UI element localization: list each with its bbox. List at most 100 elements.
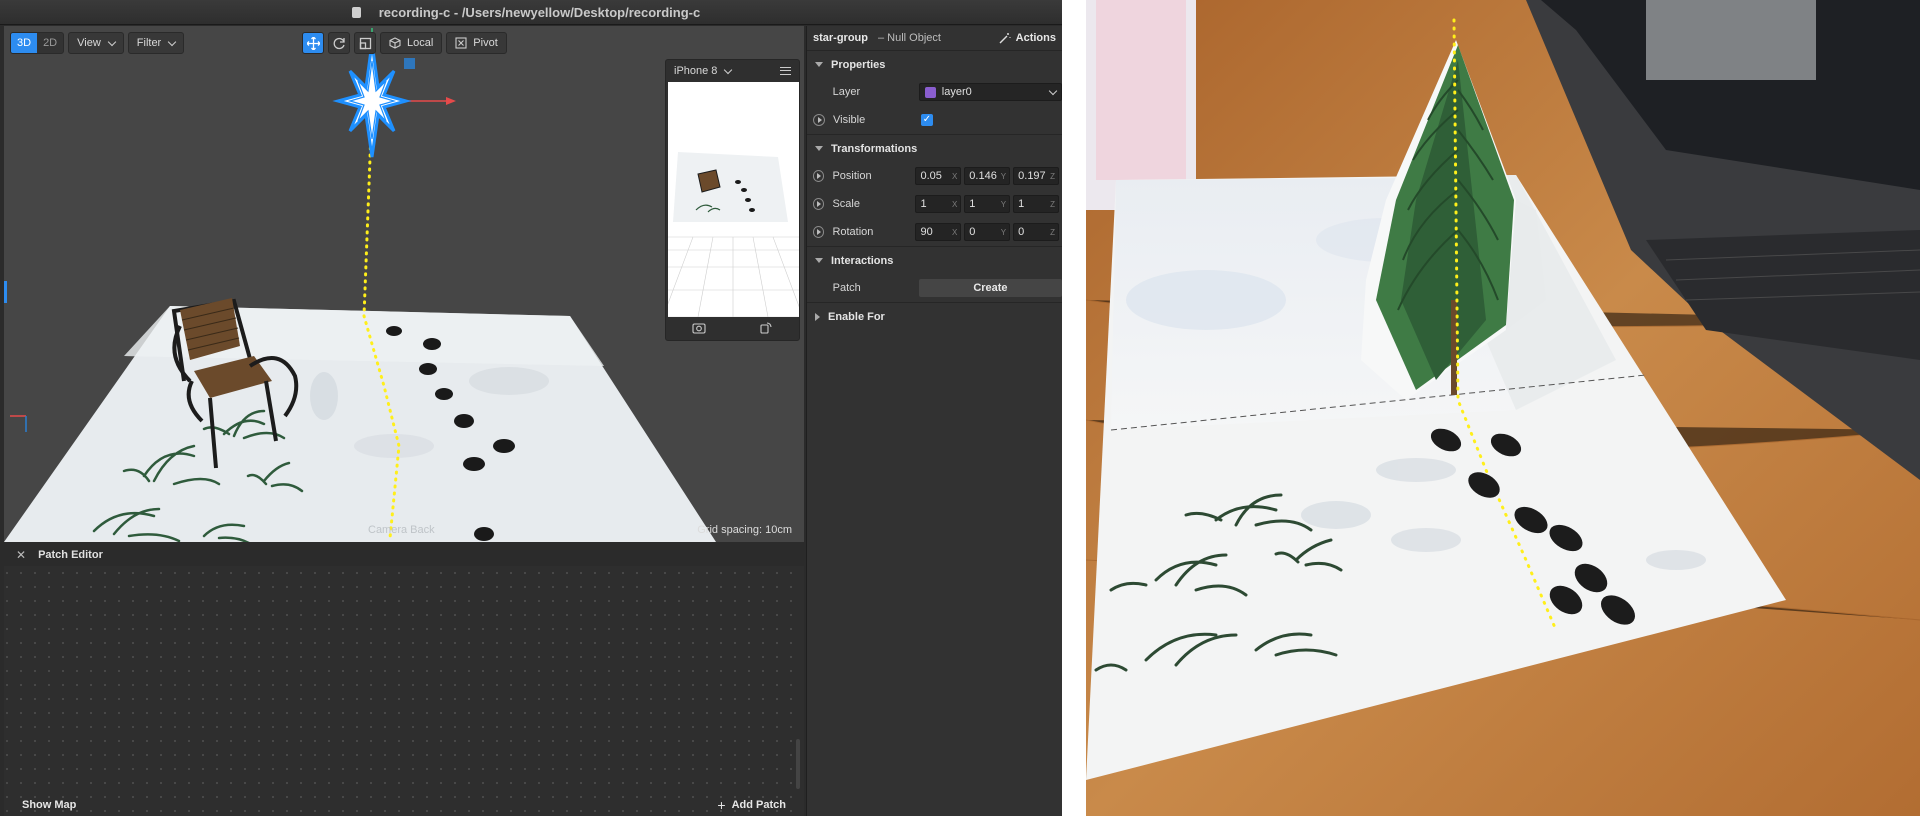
transform-toolbar: Local Pivot [302, 32, 507, 54]
scale-row: Scale 1X 1Y 1Z [807, 190, 1062, 218]
dimension-toggle[interactable]: 3D 2D [10, 32, 65, 54]
popup-card-photo [1086, 0, 1920, 816]
patch-connect-icon[interactable] [813, 170, 825, 182]
patch-editor-scrollbar[interactable] [796, 739, 800, 789]
enable-for-section-header[interactable]: Enable For [807, 302, 1062, 330]
expand-triangle-icon [815, 146, 823, 151]
scale-z-field[interactable]: 1Z [1013, 195, 1059, 213]
layer-dropdown[interactable]: layer0 [918, 83, 1063, 101]
camera-switch-icon[interactable] [692, 322, 706, 334]
pivot-label: Pivot [473, 37, 498, 49]
patch-connect-icon[interactable] [813, 226, 825, 238]
mode-3d-button[interactable]: 3D [11, 33, 38, 53]
add-patch-label: Add Patch [731, 799, 786, 811]
patch-editor[interactable]: ✕ Patch Editor Show Map + Add Patch [4, 544, 804, 816]
axis-z-label: Z [1050, 227, 1055, 237]
collapse-triangle-icon [815, 312, 820, 321]
mode-2d-button[interactable]: 2D [37, 33, 63, 53]
photo-illustration [1086, 0, 1920, 816]
position-label: Position [832, 170, 872, 182]
axis-x-label: X [951, 199, 958, 209]
scale-y-value: 1 [969, 198, 976, 210]
x-axis-arrowhead[interactable] [446, 97, 456, 105]
scale-y-field[interactable]: 1Y [964, 195, 1011, 213]
scene-viewport[interactable]: 3D 2D View Filter Local Pivot iPhone 8 C… [4, 26, 804, 542]
transformations-title: Transformations [831, 142, 918, 155]
view-dropdown[interactable]: View [68, 32, 124, 54]
patch-editor-title: Patch Editor [38, 549, 103, 561]
axis-x-label: X [951, 171, 958, 181]
rotation-label: Rotation [832, 226, 874, 238]
close-icon[interactable]: ✕ [16, 548, 26, 562]
object-type: – Null Object [878, 32, 941, 44]
menu-icon[interactable] [780, 67, 791, 75]
local-space-label: Local [407, 37, 434, 49]
rotation-x-value: 90 [920, 226, 933, 238]
laptop-screen-content [1646, 0, 1816, 80]
local-space-button[interactable]: Local [380, 32, 443, 54]
rotate-device-icon[interactable] [759, 322, 773, 334]
plus-icon: + [717, 797, 726, 813]
ar-studio-window: recording-c - /Users/newyellow/Desktop/r… [0, 0, 1063, 816]
scale-x-field[interactable]: 1X [915, 195, 962, 213]
position-x-field[interactable]: 0.05 X [915, 167, 962, 185]
simulator-screen [668, 82, 799, 317]
filter-dropdown[interactable]: Filter [127, 32, 185, 54]
scale-z-value: 1 [1018, 198, 1025, 210]
object-name: star-group [813, 32, 868, 44]
rotation-x-field[interactable]: 90 X [915, 223, 962, 241]
move-tool-button[interactable] [302, 32, 324, 54]
patch-connect-icon[interactable] [813, 114, 825, 126]
create-patch-button[interactable]: Create [918, 279, 1062, 297]
visible-label: Visible [833, 114, 866, 126]
rotate-tool-button[interactable] [328, 32, 350, 54]
snow-shadow [354, 434, 434, 458]
device-dropdown[interactable]: iPhone 8 [674, 60, 733, 82]
patch-row: Patch Create [807, 274, 1062, 302]
snow-shadow [469, 367, 549, 395]
visible-checkbox[interactable]: ✓ [921, 114, 933, 126]
title-bar: recording-c - /Users/newyellow/Desktop/r… [0, 0, 1062, 25]
position-y-field[interactable]: 0.146 Y [964, 167, 1011, 185]
star-object[interactable] [332, 42, 412, 158]
patch-editor-header: ✕ Patch Editor [4, 544, 804, 566]
viewport-edge-marker [4, 281, 7, 303]
transformations-section-header[interactable]: Transformations [807, 134, 1062, 162]
interactions-title: Interactions [831, 254, 894, 267]
rotation-y-field[interactable]: 0Y [964, 223, 1011, 241]
axis-z-label: Z [1050, 199, 1055, 209]
axis-x-label: X [951, 227, 958, 237]
axis-y-label: Y [1000, 199, 1007, 209]
expand-triangle-icon [815, 62, 823, 67]
position-z-field[interactable]: 0.197 Z [1013, 167, 1059, 185]
layer-label: Layer [832, 86, 861, 98]
camera-label: Camera Back [368, 524, 435, 536]
interactions-section-header[interactable]: Interactions [807, 246, 1062, 274]
scale-tool-button[interactable] [354, 32, 376, 54]
grid-spacing-label: Grid spacing: 10cm [697, 524, 792, 536]
axis-y-label: Y [1000, 227, 1007, 237]
patch-connect-icon[interactable] [813, 198, 825, 210]
document-icon [351, 6, 361, 18]
actions-button[interactable]: Actions [999, 32, 1056, 44]
magic-wand-icon [999, 33, 1011, 44]
rotation-z-field[interactable]: 0Z [1013, 223, 1059, 241]
position-y-value: 0.146 [969, 170, 997, 182]
visible-row: Visible ✓ [807, 106, 1062, 134]
position-x-value: 0.05 [920, 170, 942, 182]
simulator-footer [666, 316, 799, 340]
cube-icon [389, 37, 401, 49]
properties-title: Properties [831, 58, 886, 71]
properties-section-header[interactable]: Properties [807, 50, 1062, 78]
pivot-button[interactable]: Pivot [446, 32, 507, 54]
add-patch-button[interactable]: + Add Patch [717, 797, 786, 813]
patch-label: Patch [832, 282, 861, 294]
show-map-button[interactable]: Show Map [22, 799, 76, 811]
sky-wash [1126, 270, 1286, 330]
position-z-value: 0.197 [1018, 170, 1046, 182]
plane-handle[interactable] [404, 58, 415, 69]
simulator-panel[interactable]: iPhone 8 [665, 59, 800, 341]
chevron-down-icon [167, 37, 177, 46]
rotation-row: Rotation 90 X 0Y 0Z [807, 218, 1062, 246]
scale-icon [359, 37, 371, 49]
